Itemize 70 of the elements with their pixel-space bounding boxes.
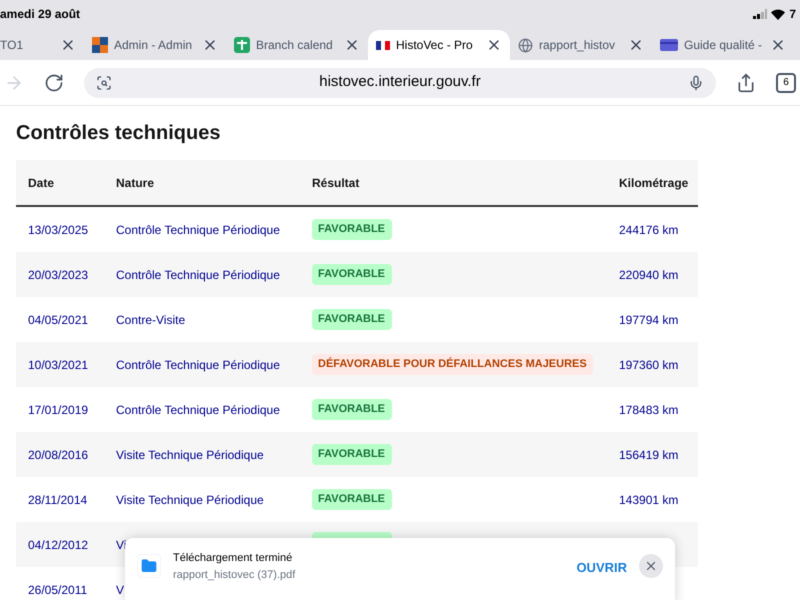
column-header: Kilométrage (619, 174, 690, 192)
close-button[interactable] (639, 554, 663, 578)
tab-title: TO1 (0, 37, 24, 54)
microphone-icon[interactable] (688, 74, 704, 90)
folder-icon (141, 558, 157, 574)
browser-tab[interactable]: Admin - Admin (84, 30, 226, 60)
section-title: Contrôles techniques (16, 121, 222, 146)
result-badge: FAVORABLE (312, 399, 392, 420)
file-name: rapport_histovec (37).pdf (173, 568, 296, 582)
tab-title: Guide qualité - (684, 37, 764, 54)
mileage-cell-text: 143901 km (619, 492, 680, 508)
mileage-cell-text: 197360 km (619, 356, 680, 374)
result-badge: DÉFAVORABLE POUR DÉFAILLANCES MAJEURES (312, 354, 593, 375)
tab-count-button[interactable]: 6 (776, 72, 796, 92)
result-badge: FAVORABLE (312, 444, 392, 465)
nature-cell-text: V (116, 582, 126, 598)
open-button[interactable]: OUVRIR (576, 558, 627, 578)
mileage-cell-text: 220940 km (619, 266, 680, 284)
browser-tab[interactable]: Branch calend (226, 30, 368, 60)
tab-title: Admin - Admin (114, 37, 194, 54)
nature-cell-text: Contrôle Technique Périodique (116, 222, 281, 238)
close-icon (644, 559, 658, 573)
date-cell-text: 17/01/2019 (27, 402, 90, 418)
share-icon[interactable] (736, 72, 756, 92)
result-badge: FAVORABLE (312, 309, 392, 330)
card-icon (660, 39, 678, 51)
nature-cell-text: Contrôle Technique Périodique (116, 402, 281, 418)
nature-cell-text: Contrôle Technique Périodique (116, 356, 281, 374)
nature-cell-text: Contre-Visite (116, 312, 186, 328)
date-cell-text: 28/11/2014 (27, 492, 88, 508)
squares-logo-icon (92, 37, 108, 53)
tab-title: rapport_histov (539, 37, 616, 54)
nature-cell-text: Contrôle Technique Périodique (116, 266, 281, 284)
wifi-icon (771, 8, 786, 20)
column-header: Résultat (312, 174, 360, 192)
browser-tab[interactable]: Guide qualité - (652, 30, 794, 60)
date-cell-text: 04/05/2021 (27, 312, 90, 328)
url-text: histovec.interieur.gouv.fr (318, 72, 482, 92)
page-scan-icon[interactable] (96, 74, 112, 90)
nature-cell-text: Visite Technique Périodique (116, 446, 265, 464)
date-cell-text: 26/05/2011 (27, 582, 88, 598)
globe-icon (518, 38, 533, 52)
browser-tab[interactable]: rapport_histov (510, 30, 652, 60)
address-field[interactable]: histovec.interieur.gouv.fr (84, 68, 716, 98)
signal-icon (753, 9, 768, 19)
tab-title: HistoVec - Pro (396, 37, 474, 54)
date-cell-text: 10/03/2021 (27, 356, 90, 374)
result-badge: FAVORABLE (312, 489, 392, 510)
mileage-cell-text: 197794 km (619, 312, 680, 328)
column-header: Date (27, 174, 56, 192)
reload-icon[interactable] (44, 72, 64, 92)
column-header: Nature (116, 174, 156, 192)
flag-icon (376, 40, 390, 50)
sheet-plus-icon (234, 37, 250, 53)
status-date: amedi 29 août (0, 6, 80, 23)
date-cell-text: 04/12/2012 (27, 536, 90, 554)
toast-title: Téléchargement terminé (173, 551, 294, 566)
mileage-cell-text: 244176 km (619, 222, 680, 238)
nature-cell-text: Visite Technique Périodique (116, 492, 265, 508)
date-cell-text: 13/03/2025 (27, 222, 90, 238)
mileage-cell-text: 156419 km (619, 446, 680, 464)
result-badge: FAVORABLE (312, 219, 392, 240)
tab-title: Branch calend (256, 37, 334, 54)
browser-tab[interactable]: HistoVec - Pro (368, 30, 510, 60)
browser-tab[interactable]: TO1 (0, 30, 84, 60)
battery-level: 7 (789, 6, 796, 23)
date-cell-text: 20/08/2016 (27, 446, 90, 464)
mileage-cell-text: 178483 km (619, 402, 680, 418)
date-cell-text: 20/03/2023 (27, 266, 90, 284)
result-badge: FAVORABLE (312, 264, 392, 285)
